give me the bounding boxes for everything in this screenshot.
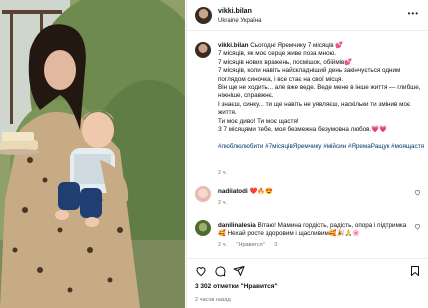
caption-line: 7 місяців, коли навіть найскладніший ден… xyxy=(218,67,401,83)
like-comment-heart-icon[interactable] xyxy=(414,223,421,230)
post-time-ago[interactable]: 2 часов назад xyxy=(195,297,231,303)
caption-line: І знаєш, синку... ти ще навіть не уявляє… xyxy=(218,100,411,117)
commenter-username[interactable]: danilinalesia xyxy=(218,222,256,229)
comment-like-label[interactable]: "Нравится" xyxy=(237,242,265,248)
commenter-avatar[interactable] xyxy=(195,220,211,236)
caption-line: Він ще не ходить... але вже веде. Веде м… xyxy=(218,84,421,100)
caption-text: vikki.bilan Сьогодні Яремчику 7 місяців … xyxy=(218,42,428,151)
comment-text: danilinalesia Вітаю! Мамина гордість, ра… xyxy=(218,222,408,238)
heart-icon[interactable] xyxy=(195,265,207,277)
post-location[interactable]: Ukraine Україна xyxy=(218,18,262,24)
post-header: vikki.bilan Ukraine Україна ••• xyxy=(187,0,428,31)
comment-icon[interactable] xyxy=(214,265,226,277)
commenter-username[interactable]: nadiiatodi xyxy=(218,188,248,195)
comment-body: ❤️🔥😍 xyxy=(249,188,274,195)
post-side-panel: vikki.bilan Ukraine Україна ••• vikki.bi… xyxy=(186,0,428,308)
post-photo[interactable] xyxy=(0,0,185,308)
caption-timestamp[interactable]: 2 ч. xyxy=(218,170,227,176)
comment-meta: 2 ч. xyxy=(218,200,235,206)
caption-line: 7 місяців, як моє серце живе поза мною. xyxy=(218,50,337,58)
comment-reply-count[interactable]: 3 xyxy=(274,242,277,248)
comment-meta: 2 ч. "Нравится" 3 xyxy=(218,242,285,248)
post-action-bar xyxy=(187,258,428,280)
caption-line: Ти моє диво! Ти моє щастя! xyxy=(218,117,299,125)
share-icon[interactable] xyxy=(233,265,245,277)
author-avatar[interactable] xyxy=(195,7,212,24)
caption-hashtags[interactable]: #люблюлюбити #7місяцівЯремчику #мійсин #… xyxy=(218,143,424,150)
comment-time[interactable]: 2 ч. xyxy=(218,242,227,248)
likes-count[interactable]: 3 302 отметки "Нравится" xyxy=(195,283,278,290)
comment-text: nadiiatodi ❤️🔥😍 xyxy=(218,188,408,196)
bookmark-icon[interactable] xyxy=(409,265,421,277)
photo-illustration xyxy=(0,0,185,308)
like-comment-heart-icon[interactable] xyxy=(414,189,421,196)
caption-username[interactable]: vikki.bilan xyxy=(218,42,248,49)
caption-line: З 7 місяцями тебе, моя безмежна безумовн… xyxy=(218,126,387,134)
caption-line: 7 місяців нових вражень, посмішок, обійм… xyxy=(218,58,353,66)
comment-time[interactable]: 2 ч. xyxy=(218,200,227,206)
author-username[interactable]: vikki.bilan xyxy=(218,8,252,15)
caption-line: Сьогодні Яремчику 7 місяців 💕 xyxy=(250,42,344,49)
instagram-post-view: vikki.bilan Ukraine Україна ••• vikki.bi… xyxy=(0,0,428,308)
caption-author-avatar[interactable] xyxy=(195,42,211,58)
commenter-avatar[interactable] xyxy=(195,186,211,202)
more-options-icon[interactable]: ••• xyxy=(408,9,419,18)
